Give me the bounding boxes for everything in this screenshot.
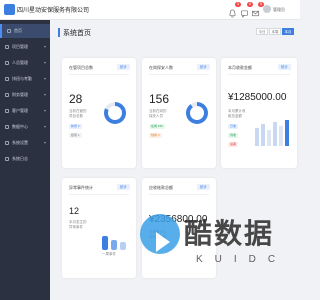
sidebar-item-data-center[interactable]: 数据中心 ▾: [0, 120, 50, 134]
sidebar-item-finance[interactable]: 财务管理 ▾: [0, 88, 50, 102]
sidebar: 首页 项目管理 ▾ 人员管理 ▾ 排班与考勤 ▾ 财务管理 ▾ 客户管理 ▾ 数…: [0, 20, 50, 300]
title-accent-bar: [58, 28, 60, 37]
card-subtext: 异常事件: [69, 225, 83, 229]
revenue-card[interactable]: 本月收款金额 统计 ¥1285000.00 本月累计收 款总金额 已收 待收 逾…: [221, 58, 297, 168]
play-icon: [156, 232, 170, 252]
sidebar-item-label: 系统设置: [12, 140, 28, 145]
top-bar: 四川星动安保服务有限公司 3 6 5 管理员: [0, 0, 300, 20]
revenue-mini-chart: [255, 120, 289, 146]
sidebar-item-label: 数据中心: [12, 124, 28, 129]
sidebar-item-settings[interactable]: 系统设置 ▾: [0, 136, 50, 150]
divider: [149, 74, 209, 75]
card-title: 本月收款金额: [228, 65, 252, 70]
divider: [228, 74, 290, 75]
user-avatar[interactable]: [263, 5, 271, 13]
sidebar-item-label: 项目管理: [12, 44, 28, 49]
watermark-subtext: KUIDC: [196, 254, 288, 265]
range-month-button[interactable]: 本月: [282, 28, 294, 35]
app-title: 四川星动安保服务有限公司: [17, 8, 90, 14]
sidebar-item-logs[interactable]: 系统日志: [0, 152, 50, 166]
guards-card[interactable]: 在岗保安人数 统计 156 当前在岗的 保安人员 在岗 156 缺岗 4: [142, 58, 216, 168]
chevron-down-icon: ▾: [43, 60, 46, 65]
progress-ring: [186, 102, 208, 124]
chevron-down-icon: ▾: [43, 140, 46, 145]
card-subtext: 款总金额: [228, 114, 242, 118]
card-value: 12: [69, 206, 80, 216]
card-subtext: 项目总数: [69, 114, 83, 118]
log-icon: [5, 157, 9, 161]
watermark-text: 酷数据: [184, 218, 275, 249]
sidebar-item-projects[interactable]: 项目管理 ▾: [0, 40, 50, 54]
settings-icon: [5, 141, 9, 145]
finance-icon: [5, 93, 9, 97]
divider: [69, 74, 129, 75]
status-badge: 待收: [228, 133, 239, 138]
watermark-logo-icon: [140, 214, 180, 254]
card-title: 应收账款总额: [149, 185, 173, 190]
status-badge: 新增 2: [69, 124, 82, 129]
card-tag[interactable]: 统计: [278, 64, 291, 70]
sidebar-item-label: 首页: [14, 28, 22, 33]
incident-bar-chart: [102, 236, 126, 250]
range-today-button[interactable]: 今日: [256, 28, 268, 35]
people-icon: [5, 61, 9, 65]
card-value: ¥1285000.00: [228, 92, 287, 103]
sidebar-item-label: 人员管理: [12, 60, 28, 65]
report-icon: [5, 125, 9, 129]
task-icon: [5, 77, 9, 81]
progress-ring: [104, 102, 126, 124]
card-tag[interactable]: 统计: [117, 64, 130, 70]
range-week-button[interactable]: 本周: [269, 28, 281, 35]
chevron-down-icon: ▾: [43, 108, 46, 113]
status-badge: 逾期: [228, 142, 239, 147]
sidebar-item-scheduling[interactable]: 排班与考勤 ▾: [0, 72, 50, 86]
chevron-down-icon: ▾: [43, 124, 46, 129]
watermark: 酷数据 KUIDC: [138, 206, 298, 296]
card-title: 异常事件统计: [69, 185, 93, 190]
bell-icon[interactable]: 3: [228, 2, 241, 18]
sidebar-item-label: 财务管理: [12, 92, 28, 97]
card-subtext: 保安人员: [149, 114, 163, 118]
status-badge: 缺岗 4: [149, 133, 162, 138]
chevron-down-icon: ▾: [43, 76, 46, 81]
page-title: 系统首页: [63, 30, 91, 37]
page-header: 系统首页 今日 本周 本月: [58, 26, 294, 40]
sidebar-item-personnel[interactable]: 人员管理 ▾: [0, 56, 50, 70]
projects-card[interactable]: 在管项目总数 统计 28 当前在管的 项目总数 新增 2 结项 1: [62, 58, 136, 168]
home-icon: [7, 29, 11, 33]
sidebar-item-label: 排班与考勤: [12, 76, 32, 81]
company-logo-icon: [4, 4, 15, 15]
card-title: 在岗保安人数: [149, 65, 173, 70]
chevron-down-icon: ▾: [43, 44, 46, 49]
status-badge: 结项 1: [69, 133, 82, 138]
message-icon[interactable]: 6: [240, 2, 253, 18]
card-title: 在管项目总数: [69, 65, 93, 70]
sidebar-item-label: 客户管理: [12, 108, 28, 113]
status-badge: 在岗 156: [149, 124, 165, 129]
building-icon: [5, 45, 9, 49]
chevron-down-icon: ▾: [43, 92, 46, 97]
incidents-card[interactable]: 异常事件统计 统计 12 本月发生的 异常事件 一周事件: [62, 178, 136, 278]
user-name[interactable]: 管理员: [273, 7, 285, 13]
divider: [69, 194, 129, 195]
status-badge: 已收: [228, 124, 239, 129]
mail-icon[interactable]: 5: [251, 2, 264, 17]
chart-caption: 一周事件: [102, 252, 116, 256]
card-tag[interactable]: 统计: [117, 184, 130, 190]
card-value: 28: [69, 92, 83, 106]
card-tag[interactable]: 统计: [197, 64, 210, 70]
client-icon: [5, 109, 9, 113]
divider: [149, 194, 209, 195]
sidebar-item-home[interactable]: 首页: [0, 24, 50, 38]
sidebar-item-label: 系统日志: [12, 156, 28, 161]
card-value: 156: [149, 92, 170, 106]
card-tag[interactable]: 统计: [197, 184, 210, 190]
sidebar-item-clients[interactable]: 客户管理 ▾: [0, 104, 50, 118]
